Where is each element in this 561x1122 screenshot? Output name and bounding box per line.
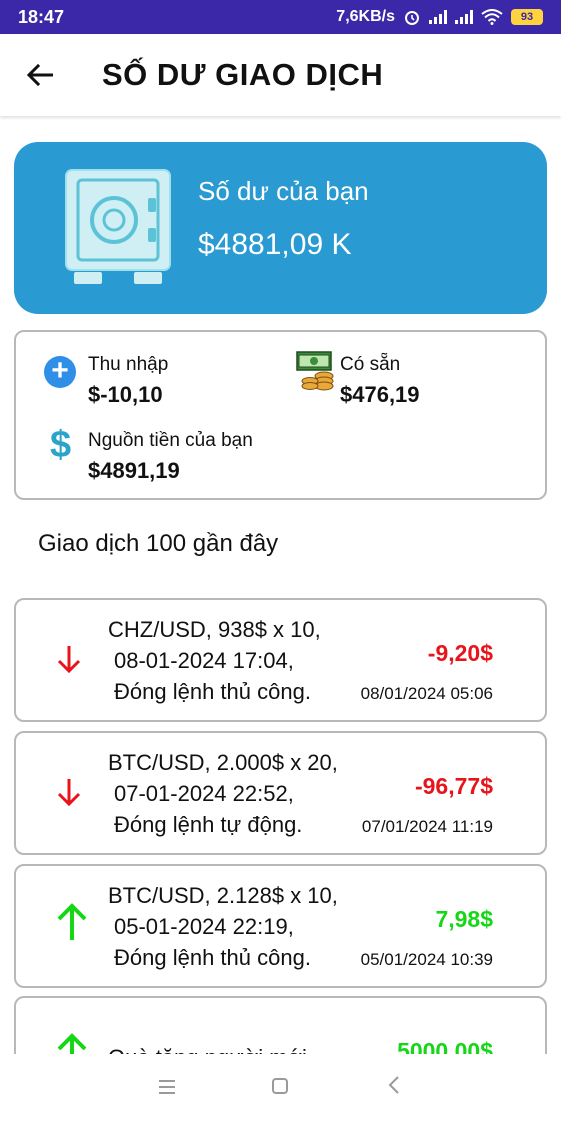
transaction-card[interactable]: BTC/USD, 2.000$ x 20, 07-01-2024 22:52, … [14,731,547,855]
chevron-left-icon [388,1076,399,1094]
alarm-icon [405,11,419,25]
transaction-date: 07/01/2024 11:19 [361,817,493,836]
income-item: Thu nhập $-10,10 [88,354,168,408]
home-nav-button[interactable] [260,1074,300,1102]
transaction-type: Đóng lệnh thủ công. [114,945,311,970]
income-label: Thu nhập [88,354,169,375]
funds-label: Nguồn tiền của bạn [88,430,253,451]
signal-icon [455,10,473,24]
available-item: Có sẵn $476,19 [340,354,420,408]
transaction-time: 07-01-2024 22:52, [114,781,294,806]
funds-value: $4891,19 [88,458,180,483]
menu-icon [158,1080,175,1094]
plus-icon: + [44,356,76,388]
arrow-down-icon [57,779,81,807]
transaction-details: BTC/USD, 2.000$ x 20, 07-01-2024 22:52, … [108,747,338,840]
transaction-card[interactable]: CHZ/USD, 938$ x 10, 08-01-2024 17:04, Đó… [14,598,547,722]
arrow-up-icon [57,903,87,940]
available-label: Có sẵn [340,354,401,375]
transaction-details: BTC/USD, 2.128$ x 10, 05-01-2024 22:19, … [108,880,338,973]
transaction-time: 08-01-2024 17:04, [114,648,294,673]
net-speed: 7,6KB/s [336,8,395,25]
arrow-down-icon [57,646,81,674]
recent-transactions-heading: Giao dịch 100 gần đây [38,530,279,557]
status-icons: 7,6KB/s 93 [336,8,543,26]
status-bar: 18:47 7,6KB/s 93 [0,0,561,34]
transaction-pair: BTC/USD, 2.000$ x 20, [108,750,338,775]
arrow-left-icon [27,64,53,86]
transaction-amount: -96,77$ [414,773,493,799]
app-bar: SỐ DƯ GIAO DỊCH [0,34,561,116]
transaction-amount: 7,98$ [435,906,493,932]
transaction-type: Đóng lệnh tự động. [114,812,303,837]
transaction-amount: -9,20$ [427,640,493,666]
battery-icon: 93 [511,9,543,25]
balance-card: Số dư của bạn $4881,09 K [14,142,547,314]
transaction-date: 08/01/2024 05:06 [360,684,493,703]
wifi-icon [481,9,503,25]
back-button[interactable] [0,34,80,116]
available-value: $476,19 [340,382,420,407]
status-time: 18:47 [18,6,65,27]
page-title: SỐ DƯ GIAO DỊCH [102,57,384,92]
signal-icon [429,10,447,24]
transaction-details: CHZ/USD, 938$ x 10, 08-01-2024 17:04, Đó… [108,614,321,707]
income-value: $-10,10 [88,382,163,407]
summary-card: + Thu nhập $-10,10 Có sẵn $476,19 $ Nguồ… [14,330,547,500]
transaction-pair: CHZ/USD, 938$ x 10, [108,617,321,642]
transaction-date: 05/01/2024 10:39 [360,950,493,969]
home-square-icon [272,1078,289,1094]
cash-icon [296,351,334,391]
dollar-icon: $ [50,424,72,466]
balance-label: Số dư của bạn [198,176,369,206]
funds-item: Nguồn tiền của bạn $4891,19 [88,430,253,484]
transaction-time: 05-01-2024 22:19, [114,914,294,939]
transaction-type: Đóng lệnh thủ công. [114,679,311,704]
transaction-pair: BTC/USD, 2.128$ x 10, [108,883,338,908]
back-nav-button[interactable] [374,1074,414,1102]
transaction-card[interactable]: BTC/USD, 2.128$ x 10, 05-01-2024 22:19, … [14,864,547,988]
system-nav-bar [0,1054,561,1122]
safe-icon [65,169,171,284]
balance-value: $4881,09 K [198,228,352,261]
menu-nav-button[interactable] [147,1074,187,1102]
